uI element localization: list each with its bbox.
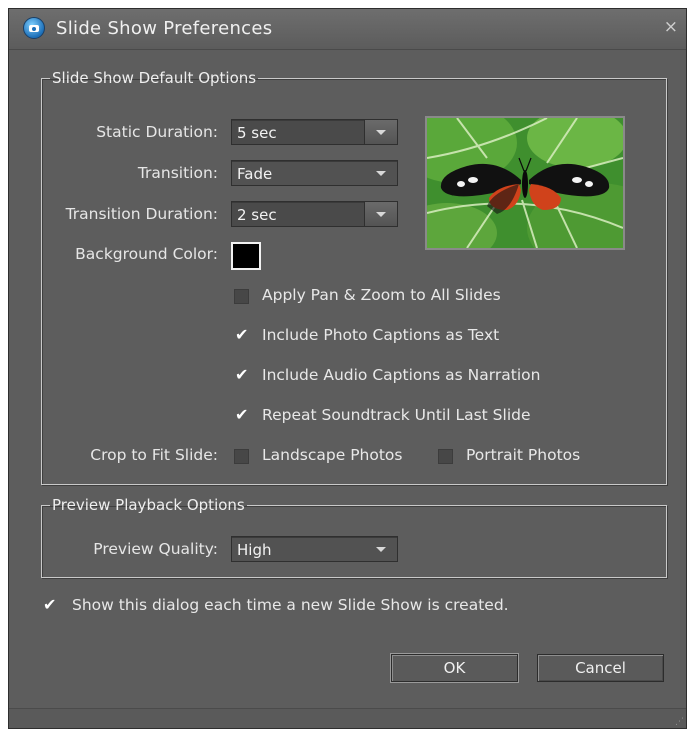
show-dialog-label[interactable]: Show this dialog each time a new Slide S… (72, 596, 509, 614)
transition-select[interactable]: Fade (231, 160, 398, 186)
chevron-down-icon (376, 547, 386, 552)
dialog-footer: ⋰ (9, 708, 686, 728)
preview-quality-select[interactable]: High (231, 536, 398, 562)
landscape-photos-checkbox[interactable] (234, 449, 249, 464)
photo-captions-checkbox[interactable] (234, 325, 249, 344)
transition-label: Transition: (137, 164, 218, 182)
portrait-photos-checkbox[interactable] (438, 449, 453, 464)
preview-quality-value: High (237, 541, 272, 559)
audio-captions-label[interactable]: Include Audio Captions as Narration (262, 366, 540, 384)
background-color-swatch[interactable] (231, 242, 261, 270)
audio-captions-checkbox[interactable] (234, 365, 249, 384)
repeat-soundtrack-label[interactable]: Repeat Soundtrack Until Last Slide (262, 406, 531, 424)
slide-show-preferences-dialog: Slide Show Preferences × Slide Show Defa… (8, 8, 687, 729)
transition-value: Fade (237, 165, 273, 183)
preview-options-legend: Preview Playback Options (52, 496, 245, 514)
resize-grip-icon[interactable]: ⋰ (675, 717, 684, 727)
ok-button[interactable]: OK (391, 654, 518, 682)
photo-captions-label[interactable]: Include Photo Captions as Text (262, 326, 499, 344)
chevron-down-icon (376, 171, 386, 176)
show-dialog-checkbox[interactable] (42, 595, 57, 614)
dialog-title: Slide Show Preferences (56, 18, 273, 39)
transition-duration-label: Transition Duration: (65, 205, 218, 223)
default-options-legend: Slide Show Default Options (52, 69, 257, 87)
crop-to-fit-label: Crop to Fit Slide: (90, 446, 218, 464)
repeat-soundtrack-checkbox[interactable] (234, 405, 249, 424)
pan-zoom-checkbox[interactable] (234, 289, 249, 304)
preview-image (425, 116, 625, 250)
transition-duration-dropdown-button[interactable] (364, 202, 397, 226)
static-duration-dropdown-button[interactable] (364, 120, 397, 144)
static-duration-value: 5 sec (237, 124, 277, 142)
chevron-down-icon (376, 130, 386, 135)
preview-quality-label: Preview Quality: (93, 540, 218, 558)
background-color-label: Background Color: (75, 245, 218, 263)
title-bar[interactable]: Slide Show Preferences × (9, 9, 686, 50)
camera-app-icon (23, 17, 45, 39)
landscape-photos-label[interactable]: Landscape Photos (262, 446, 402, 464)
pan-zoom-label[interactable]: Apply Pan & Zoom to All Slides (262, 286, 501, 304)
static-duration-label: Static Duration: (96, 123, 218, 141)
butterfly-photo-icon (427, 118, 623, 248)
close-icon[interactable]: × (664, 17, 678, 37)
cancel-button[interactable]: Cancel (537, 654, 664, 682)
portrait-photos-label[interactable]: Portrait Photos (466, 446, 580, 464)
transition-duration-combo[interactable]: 2 sec (231, 201, 398, 227)
chevron-down-icon (376, 212, 386, 217)
transition-duration-value: 2 sec (237, 206, 277, 224)
static-duration-combo[interactable]: 5 sec (231, 119, 398, 145)
